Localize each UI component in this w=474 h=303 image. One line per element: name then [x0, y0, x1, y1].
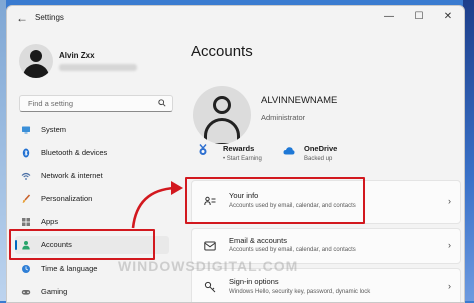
maximize-button[interactable]: ☐ [409, 9, 429, 25]
sidebar-item-label: Network & internet [41, 171, 103, 180]
brush-icon [22, 194, 31, 203]
user-avatar[interactable] [19, 44, 53, 78]
sidebar-item-bluetooth[interactable]: Bluetooth & devices [15, 144, 169, 162]
sidebar-item-label: Gaming [41, 287, 68, 296]
onedrive-subtitle: Backed up [304, 156, 333, 162]
monitor-icon [22, 126, 30, 134]
controller-icon [21, 290, 31, 295]
onedrive-title: OneDrive [304, 144, 338, 153]
watermark: WINDOWSDIGITAL.COM [118, 258, 299, 274]
sidebar-item-label: System [41, 125, 67, 134]
rewards-title: Rewards [223, 144, 255, 153]
your-info-highlight-box [185, 177, 365, 224]
search-icon [158, 99, 166, 107]
card-subtitle: Windows Hello, security key, password, d… [229, 289, 371, 295]
window-title: Settings [35, 13, 64, 22]
rewards-subtitle[interactable]: • Start Earning [223, 156, 262, 162]
sidebar-item-system[interactable]: System [15, 121, 169, 139]
card-title: Email & accounts [229, 236, 287, 245]
rewards-icon [199, 144, 207, 155]
sidebar-item-label: Personalization [41, 194, 93, 203]
title-bar: ← Settings — ☐ ✕ [7, 6, 464, 30]
chevron-right-icon: › [448, 196, 451, 206]
account-avatar-body [204, 118, 240, 144]
search-placeholder: Find a setting [28, 99, 74, 108]
close-button[interactable]: ✕ [438, 9, 458, 25]
avatar-head-shape [30, 50, 42, 62]
page-title: Accounts [191, 43, 253, 60]
chevron-right-icon: › [448, 281, 451, 291]
card-title: Sign-in options [229, 277, 279, 286]
cloud-icon [283, 147, 295, 155]
card-subtitle: Accounts used by email, calendar, and co… [229, 247, 356, 253]
minimize-button[interactable]: — [379, 9, 399, 25]
wifi-icon [21, 172, 31, 180]
redacted-email [59, 64, 137, 71]
sidebar-item-label: Bluetooth & devices [41, 148, 108, 157]
bluetooth-icon [22, 148, 30, 158]
account-name: ALVINNEWNAME [261, 95, 338, 106]
back-arrow-icon[interactable]: ← [16, 12, 28, 24]
account-avatar[interactable] [193, 86, 251, 144]
sidebar-item-label: Apps [41, 217, 59, 226]
sidebar-item-label: Time & language [41, 264, 98, 273]
avatar-body-shape [23, 64, 49, 78]
red-arrow-annotation [131, 181, 183, 229]
account-role: Administrator [261, 113, 306, 122]
search-input[interactable]: Find a setting [19, 95, 173, 112]
user-name: Alvin Zxx [59, 51, 95, 60]
chevron-right-icon: › [448, 240, 451, 250]
key-icon [204, 281, 216, 293]
globe-clock-icon [22, 265, 30, 273]
apps-icon [22, 218, 30, 226]
account-avatar-head [213, 96, 231, 114]
sidebar-item-gaming[interactable]: Gaming [15, 283, 169, 301]
